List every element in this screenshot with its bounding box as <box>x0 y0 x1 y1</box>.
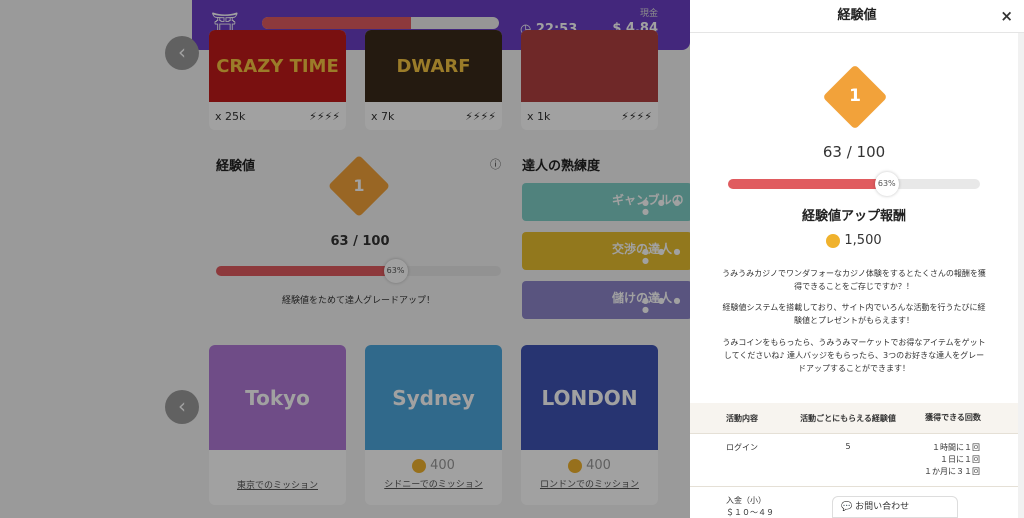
table-row: ログイン 5 １時間に１回 １日に１回 １か月に３１回 <box>690 434 1018 487</box>
modal-overlay[interactable] <box>0 0 690 518</box>
header-count: 獲得できる回数 <box>925 413 981 422</box>
description-3: うみコインをもらったら、うみうみマーケットでお得なアイテムをゲットしてくださいね… <box>722 338 986 373</box>
row-xp: 5 <box>845 442 851 451</box>
close-icon[interactable]: × <box>1000 0 1013 32</box>
contact-label: お問い合わせ <box>855 502 910 512</box>
chat-icon: 💬 <box>841 502 856 512</box>
count-day: １日に１回 <box>940 455 980 464</box>
count-month: １か月に３１回 <box>924 467 980 476</box>
contact-button[interactable]: 💬 お問い合わせ <box>832 496 958 518</box>
row-activity: ログイン <box>726 443 758 452</box>
panel-level-number: 1 <box>849 86 861 106</box>
panel-xp-progress-bar: 63% <box>728 172 980 196</box>
row-activity: 入金（小） ＄１０～４９ <box>690 495 798 518</box>
count-hour: １時間に１回 <box>932 443 980 452</box>
xp-side-panel: 経験値 × 1 63 / 100 63% 経験値アップ報酬 1,500 うみうみ… <box>690 0 1024 518</box>
panel-scrollbar[interactable] <box>1018 33 1024 518</box>
row-count: １時間に１回 １日に１回 １か月に３１回 <box>898 442 1018 478</box>
panel-xp-progress-fill <box>728 179 887 189</box>
header-activity: 活動内容 <box>726 413 758 423</box>
reward-title: 経験値アップ報酬 <box>801 209 906 224</box>
description-2: 経験値システムを搭載しており、サイト内でいろんな活動を行うたびに経験値とプレゼン… <box>722 303 986 325</box>
panel-body: 1 63 / 100 63% 経験値アップ報酬 1,500 うみうみカジノでワン… <box>690 33 1018 518</box>
panel-header: 経験値 × <box>690 0 1024 33</box>
header-xp: 活動ごとにもらえる経験値 <box>800 413 896 423</box>
reward-amount-text: 1,500 <box>844 233 882 248</box>
panel-xp-counter: 63 / 100 <box>822 143 886 161</box>
panel-xp-percent: 63% <box>874 172 899 196</box>
table-header: 活動内容 活動ごとにもらえる経験値 獲得できる回数 <box>690 403 1018 434</box>
description-1: うみうみカジノでワンダフォーなカジノ体験をするとたくさんの報酬を獲得できることを… <box>722 269 986 291</box>
panel-title: 経験値 <box>837 8 877 23</box>
reward-amount: 1,500 <box>690 233 1018 248</box>
casino-page: ⛩ ◷ 22:53 現金 $ 4.84 ‹ CRAZY TIME x 25k⚡⚡… <box>0 0 1024 518</box>
row-activity-sub: ＄１０～４９ <box>726 508 774 517</box>
coin-icon <box>826 233 841 248</box>
row-activity-main: 入金（小） <box>726 496 766 505</box>
